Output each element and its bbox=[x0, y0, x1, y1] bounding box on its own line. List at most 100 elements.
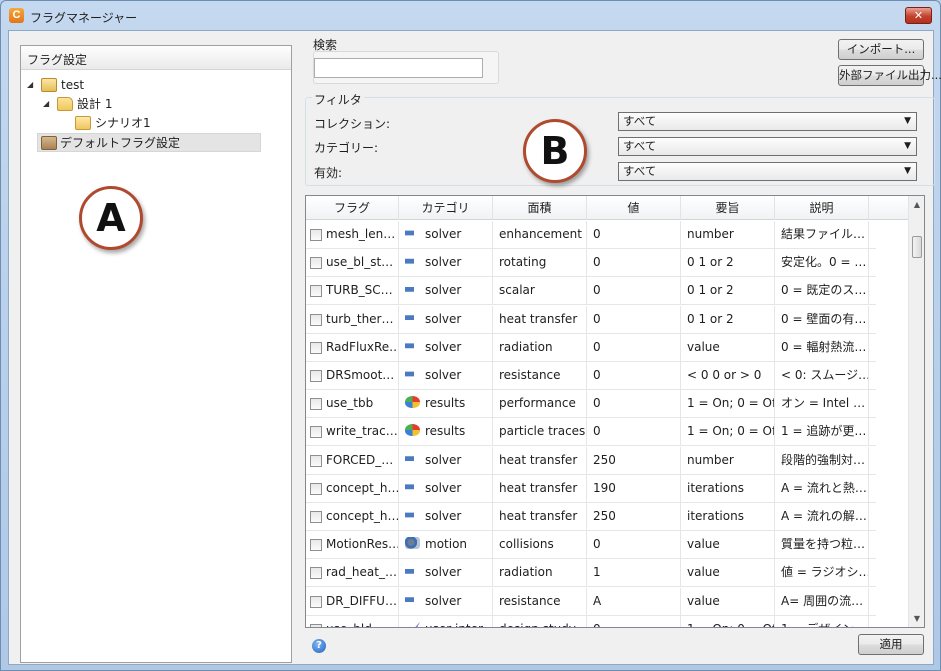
flag-text: FORCED_… bbox=[326, 452, 394, 467]
cell-category: solver bbox=[399, 446, 493, 475]
expand-icon[interactable]: ◢ bbox=[43, 99, 53, 109]
expand-icon[interactable]: ◢ bbox=[27, 80, 37, 90]
description-text: 結果ファイル… bbox=[781, 227, 866, 241]
cell-summary: value bbox=[681, 587, 775, 616]
enable-checkbox[interactable] bbox=[310, 229, 322, 241]
table-row[interactable]: concept_h… solver heat transfer 250 iteratio… bbox=[306, 503, 876, 531]
table-row[interactable]: write_trac… results particle traces 0 1 = On… bbox=[306, 418, 876, 447]
help-icon[interactable]: ? bbox=[312, 639, 326, 653]
table-row[interactable]: use_bld user inter… design study 0 1 = On; 0… bbox=[306, 615, 876, 627]
dropdown-arrow-icon: ▼ bbox=[904, 141, 911, 151]
value-text: 1 bbox=[593, 565, 601, 580]
enable-checkbox[interactable] bbox=[310, 398, 322, 411]
tree-item-default-flags[interactable]: デフォルトフラグ設定 bbox=[37, 133, 261, 152]
scroll-thumb[interactable] bbox=[912, 236, 922, 258]
close-button[interactable]: ✕ bbox=[905, 7, 932, 24]
enable-checkbox[interactable] bbox=[310, 539, 322, 552]
cell-area: heat transfer bbox=[493, 503, 587, 531]
cell-area: rotating bbox=[493, 249, 587, 278]
cell-description: 安定化。0 = … bbox=[775, 249, 869, 278]
enable-checkbox[interactable] bbox=[310, 511, 322, 523]
scroll-down-icon[interactable]: ▼ bbox=[909, 610, 924, 627]
table-row[interactable]: concept_h… solver heat transfer 190 iteratio… bbox=[306, 474, 876, 503]
cell-area: radiation bbox=[493, 559, 587, 588]
value-text: 0 bbox=[593, 227, 601, 241]
user-icon bbox=[405, 621, 420, 627]
description-text: 安定化。0 = … bbox=[781, 255, 867, 270]
column-header-value[interactable]: 値 bbox=[587, 196, 681, 220]
table-row[interactable]: turb_ther… solver heat transfer 0 0 1 or 2 0 … bbox=[306, 305, 876, 334]
enable-checkbox[interactable] bbox=[310, 426, 322, 439]
flag-text: turb_ther… bbox=[326, 311, 394, 326]
summary-text: 1 = On; 0 = Off bbox=[687, 396, 775, 411]
cell-summary: 1 = On; 0 = Off bbox=[681, 418, 775, 447]
enable-checkbox[interactable] bbox=[310, 370, 322, 382]
enable-checkbox[interactable] bbox=[310, 341, 322, 354]
table-row[interactable]: MotionRes… motion collisions 0 value 質量を持つ粒… bbox=[306, 531, 876, 560]
flag-manager-window: C フラグマネージャー ✕ フラグ設定 ◢ test ◢ 設計 1 シナリオ1 bbox=[0, 0, 941, 671]
table-row[interactable]: use_bl_st… solver rotating 0 0 1 or 2 安定化。0 =… bbox=[306, 249, 876, 278]
cell-value: 0 bbox=[587, 390, 681, 419]
cell-summary: value bbox=[681, 559, 775, 588]
cell-description: オン = Intel … bbox=[775, 390, 869, 419]
tree-item-label: 設計 1 bbox=[77, 97, 113, 111]
category-select[interactable]: すべて ▼ bbox=[618, 137, 917, 156]
table-row[interactable]: mesh_len… solver enhancement 0 number 結果ファイル… bbox=[306, 221, 876, 249]
enable-checkbox[interactable] bbox=[310, 482, 322, 495]
tree-item-label: シナリオ1 bbox=[95, 116, 151, 130]
table-row[interactable]: DR_DIFFU… solver resistance Avalue A= 周囲の流… bbox=[306, 587, 876, 616]
database-icon bbox=[41, 78, 57, 92]
export-button[interactable]: 外部ファイル出力... bbox=[838, 65, 941, 86]
solver-icon bbox=[405, 283, 420, 296]
table-row[interactable]: DRSmoot… solver resistance 0 < 0 0 or > 0 < 0… bbox=[306, 362, 876, 390]
cell-area: scalar bbox=[493, 277, 587, 306]
solver-icon bbox=[405, 339, 420, 352]
tree-item-scenario[interactable]: シナリオ1 bbox=[75, 114, 255, 133]
enable-checkbox[interactable] bbox=[310, 313, 322, 326]
table-row[interactable]: rad_heat_… solver radiation 1 value 値 = ラジオシ… bbox=[306, 559, 876, 588]
column-header-description[interactable]: 説明 bbox=[775, 196, 869, 220]
column-header-area[interactable]: 面積 bbox=[493, 196, 587, 220]
enable-checkbox[interactable] bbox=[310, 595, 322, 608]
cell-category: solver bbox=[399, 474, 493, 503]
collection-label: コレクション: bbox=[314, 117, 391, 131]
apply-button[interactable]: 適用 bbox=[858, 634, 924, 655]
cell-summary: number bbox=[681, 446, 775, 475]
cell-area: resistance bbox=[493, 362, 587, 390]
enable-checkbox[interactable] bbox=[310, 623, 322, 627]
summary-text: 0 1 or 2 bbox=[687, 283, 734, 298]
tree-item-test[interactable]: ◢ test bbox=[25, 76, 225, 95]
cell-flag: DR_DIFFU… bbox=[306, 587, 399, 616]
cell-value: 1 bbox=[587, 559, 681, 588]
area-text: resistance bbox=[499, 593, 561, 608]
enable-checkbox[interactable] bbox=[310, 567, 322, 580]
tree-item-design[interactable]: ◢ 設計 1 bbox=[41, 95, 241, 114]
table-row[interactable]: use_tbb results performance 0 1 = On; 0 = Of… bbox=[306, 390, 876, 419]
collection-select[interactable]: すべて ▼ bbox=[618, 112, 917, 131]
cell-value: 0 bbox=[587, 615, 681, 627]
column-header-summary[interactable]: 要旨 bbox=[681, 196, 775, 220]
enable-checkbox[interactable] bbox=[310, 257, 322, 270]
cell-summary: number bbox=[681, 221, 775, 249]
column-header-flag[interactable]: フラグ bbox=[306, 196, 399, 220]
column-header-category[interactable]: カテゴリ bbox=[399, 196, 493, 220]
category-text: solver bbox=[425, 255, 462, 270]
import-button[interactable]: インポート... bbox=[838, 39, 924, 60]
default-settings-icon bbox=[41, 136, 57, 150]
table-row[interactable]: RadFluxRe… solver radiation 0 value 0 = 輻射熱流… bbox=[306, 333, 876, 362]
enable-checkbox[interactable] bbox=[310, 454, 322, 467]
enabled-select[interactable]: すべて ▼ bbox=[618, 162, 917, 181]
table-row[interactable]: TURB_SC… solver scalar 0 0 1 or 2 0 = 既定のス… bbox=[306, 277, 876, 306]
area-text: collisions bbox=[499, 537, 554, 552]
description-text: 0 = 輻射熱流… bbox=[781, 339, 867, 354]
cell-summary: value bbox=[681, 531, 775, 560]
cell-value: 0 bbox=[587, 305, 681, 334]
enable-checkbox[interactable] bbox=[310, 285, 322, 298]
scroll-up-icon[interactable]: ▲ bbox=[909, 196, 924, 213]
cell-flag: use_bl_st… bbox=[306, 249, 399, 278]
search-input[interactable] bbox=[314, 58, 483, 78]
flag-text: concept_h… bbox=[326, 480, 399, 495]
description-text: 段階的強制対… bbox=[781, 452, 866, 467]
vertical-scrollbar[interactable]: ▲ ▼ bbox=[908, 196, 924, 627]
table-row[interactable]: FORCED_… solver heat transfer 250 number 段階的強… bbox=[306, 446, 876, 475]
